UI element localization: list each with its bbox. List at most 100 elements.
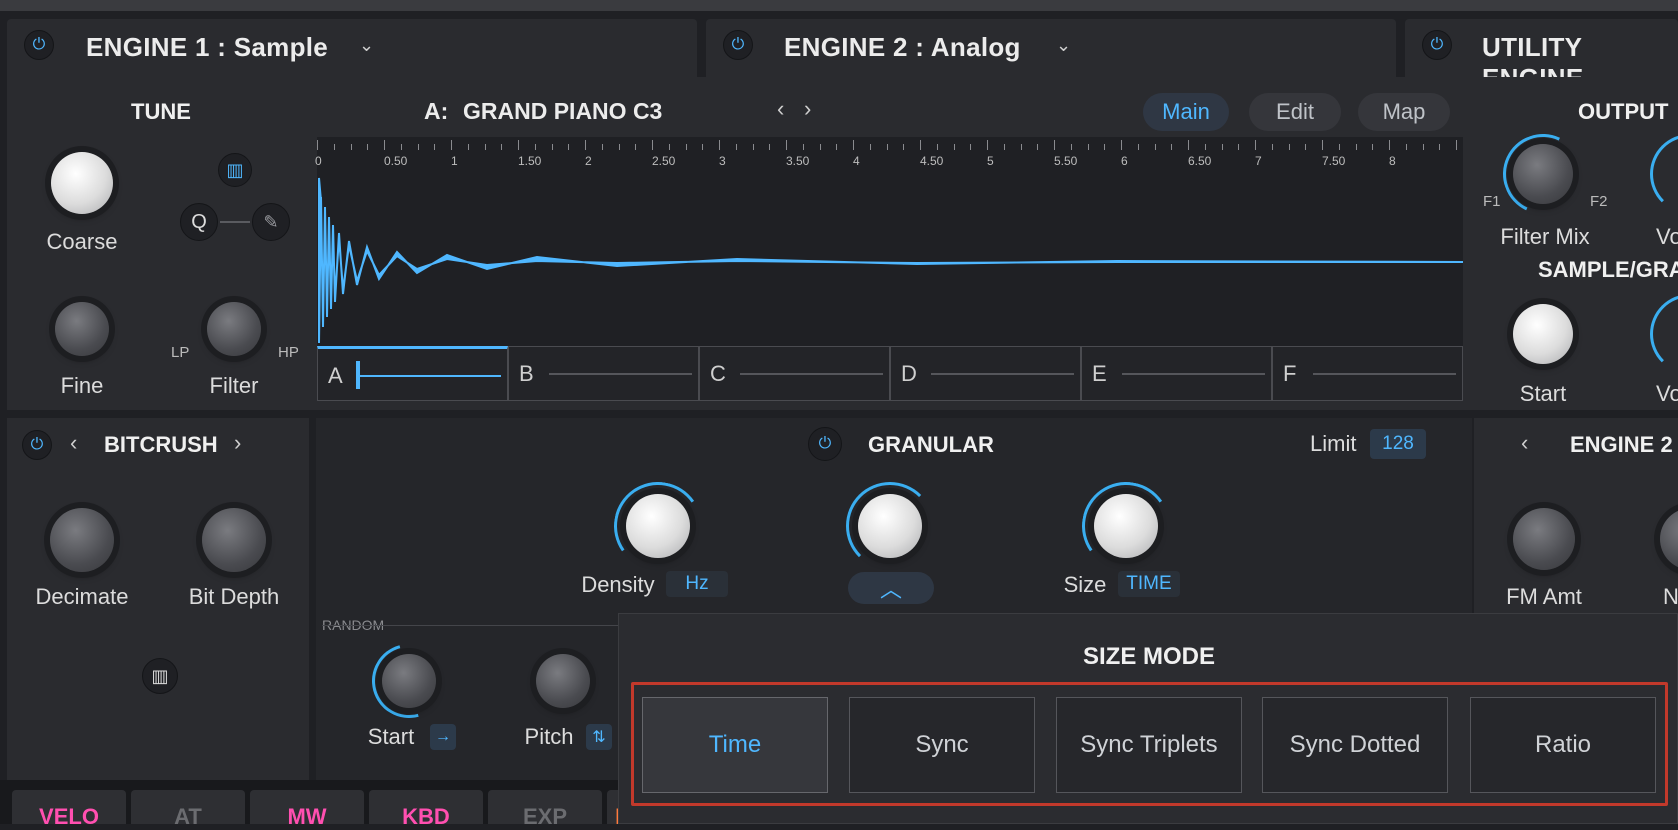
next-fx-icon[interactable]: ›: [234, 430, 241, 456]
output-vol-label: Vo: [1656, 224, 1678, 249]
ruler-tick-mark: [384, 140, 385, 150]
ruler-tick-mark: [317, 140, 318, 150]
size-mode-sync-dotted[interactable]: Sync Dotted: [1262, 697, 1448, 793]
bitdepth-knob[interactable]: [202, 508, 266, 572]
ruler-tick-mark: [367, 144, 369, 150]
ruler-tick-mark: [836, 144, 838, 150]
engine2-power-icon[interactable]: ⏻: [723, 30, 753, 60]
sample-slot-f[interactable]: F: [1272, 346, 1463, 401]
prev-fx-icon[interactable]: ‹: [70, 430, 77, 456]
keyboard-icon[interactable]: ▥: [142, 658, 178, 694]
sample-slot-a[interactable]: A: [317, 346, 508, 401]
sample-slot-prefix: A:: [424, 98, 449, 124]
ruler-tick-mark: [467, 144, 469, 150]
ruler-tick-mark: [1288, 144, 1290, 150]
ruler-tick-label: 2.50: [652, 154, 676, 168]
mod-source-exp[interactable]: EXP: [488, 790, 602, 829]
filter-knob[interactable]: [207, 302, 261, 356]
fm-amt-knob[interactable]: [1513, 508, 1575, 570]
engine1-power-icon[interactable]: ⏻: [24, 30, 54, 60]
ruler-tick-mark: [1121, 140, 1122, 150]
size-label: Size: [1063, 572, 1107, 597]
sample-gran-title: SAMPLE/GRA: [1538, 257, 1678, 282]
ruler-tick-mark: [668, 144, 670, 150]
granular-power-icon[interactable]: ⏻: [808, 427, 842, 461]
arrow-right-icon[interactable]: →: [430, 724, 456, 750]
start-knob[interactable]: [1513, 304, 1573, 364]
sample-slot-wave: [931, 373, 1074, 375]
sample-slot-c[interactable]: C: [699, 346, 890, 401]
decimate-knob[interactable]: [50, 508, 114, 572]
ruler-tick-label: 0: [315, 154, 322, 168]
bitcrush-power-icon[interactable]: ⏻: [22, 430, 52, 460]
engine2-tab[interactable]: ⏻ ENGINE 2 : Analog ⌄: [706, 19, 1396, 77]
mod-source-velo[interactable]: VELO: [12, 790, 126, 829]
ruler-tick-mark: [1137, 144, 1139, 150]
next-sample-icon[interactable]: ›: [804, 96, 811, 122]
shape-button[interactable]: ︿: [848, 572, 934, 604]
pencil-icon[interactable]: ✎: [252, 203, 290, 241]
size-mode-title: SIZE MODE: [1083, 643, 1216, 670]
ruler-tick-mark: [953, 144, 955, 150]
density-unit[interactable]: Hz: [666, 571, 728, 597]
swap-arrows-icon[interactable]: ⇅: [586, 724, 612, 750]
sample-slot-d[interactable]: D: [890, 346, 1081, 401]
center-knob[interactable]: [858, 494, 922, 558]
random-start-knob[interactable]: [382, 654, 436, 708]
size-mode-time[interactable]: Time: [642, 697, 828, 793]
f2-label: F2: [1590, 193, 1608, 210]
chevron-down-icon[interactable]: ⌄: [359, 35, 374, 56]
ruler-tick-mark: [869, 144, 871, 150]
ruler-tick-mark: [501, 144, 503, 150]
sample-slot-e[interactable]: E: [1081, 346, 1272, 401]
ruler-tick-mark: [350, 144, 352, 150]
limit-value[interactable]: 128: [1370, 429, 1426, 459]
sample-name: GRAND PIANO C3: [463, 98, 663, 124]
keyboard-icon[interactable]: ▥: [218, 153, 252, 187]
size-mode-sync-triplets[interactable]: Sync Triplets: [1056, 697, 1242, 793]
start-label: Start: [1519, 381, 1567, 406]
random-pitch-knob[interactable]: [536, 654, 590, 708]
ruler-tick-mark: [920, 140, 921, 150]
ruler-tick-mark: [1104, 144, 1106, 150]
ruler-tick-mark: [1389, 140, 1390, 150]
ruler-tick-mark: [903, 144, 905, 150]
size-mode-sync[interactable]: Sync: [849, 697, 1035, 793]
sample-slot-wave: [740, 373, 883, 375]
fm-amt-label: FM Amt: [1506, 584, 1582, 609]
ruler-tick-mark: [585, 140, 586, 150]
ruler-tick-mark: [786, 140, 787, 150]
coarse-knob[interactable]: [51, 152, 113, 214]
ruler-tick-mark: [735, 144, 737, 150]
ruler-tick-mark: [1372, 144, 1374, 150]
utility-power-icon[interactable]: ⏻: [1422, 30, 1452, 60]
ruler-tick-mark: [1221, 144, 1223, 150]
utility-engine-tab[interactable]: ⏻ UTILITY ENGINE: [1405, 19, 1678, 93]
ruler-tick-mark: [1355, 144, 1357, 150]
density-label: Density: [581, 572, 655, 597]
f1-label: F1: [1483, 193, 1501, 210]
ruler-tick-mark: [551, 144, 553, 150]
ruler-tick-mark: [333, 144, 335, 150]
engine2-title: ENGINE 2 : Analog: [784, 32, 1021, 62]
engine1-tab[interactable]: ⏻ ENGINE 1 : Sample ⌄: [7, 19, 697, 77]
density-knob[interactable]: [626, 494, 690, 558]
chevron-down-icon[interactable]: ⌄: [1056, 35, 1071, 56]
ruler-tick-mark: [652, 140, 653, 150]
mod-source-at[interactable]: AT: [131, 790, 245, 829]
fine-knob[interactable]: [55, 302, 109, 356]
ruler-tick-mark: [1003, 144, 1005, 150]
filter-mix-knob[interactable]: [1513, 144, 1573, 204]
ruler-tick-mark: [936, 144, 938, 150]
prev-engine-icon[interactable]: ‹: [1521, 430, 1528, 456]
size-knob[interactable]: [1094, 494, 1158, 558]
prev-sample-icon[interactable]: ‹: [777, 96, 784, 122]
sample-slot-b[interactable]: B: [508, 346, 699, 401]
size-mode-ratio[interactable]: Ratio: [1470, 697, 1656, 793]
mod-source-mw[interactable]: MW: [250, 790, 364, 829]
ruler-tick-label: 7.50: [1322, 154, 1346, 168]
q-button[interactable]: Q: [180, 203, 218, 241]
size-unit[interactable]: TIME: [1118, 571, 1180, 597]
mod-source-kbd[interactable]: KBD: [369, 790, 483, 829]
ruler-tick-label: 7: [1255, 154, 1262, 168]
